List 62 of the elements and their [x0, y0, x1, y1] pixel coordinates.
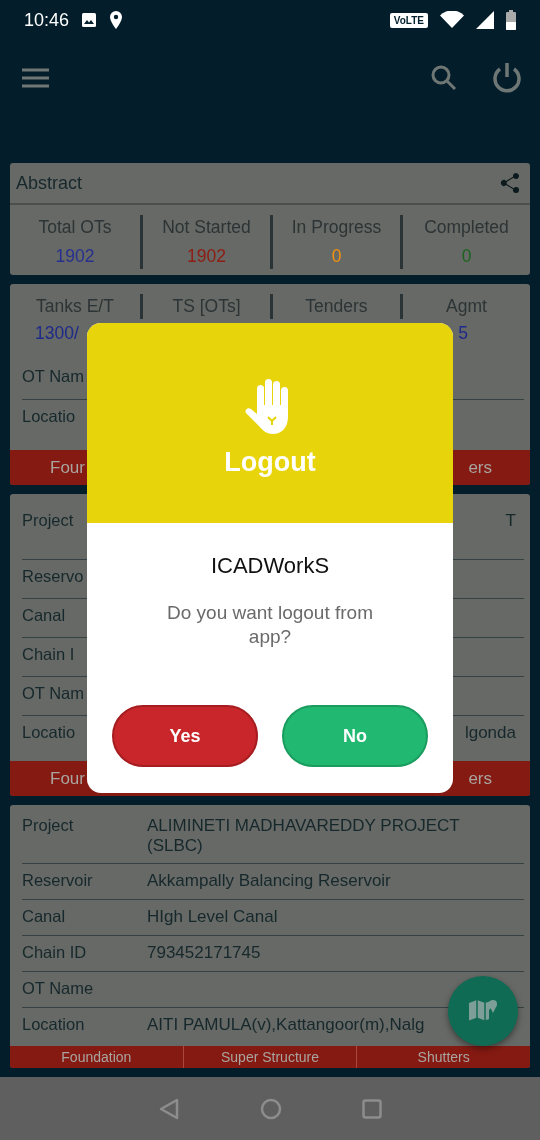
- stat-label: Completed: [424, 217, 509, 238]
- tab[interactable]: Super Structure: [182, 1046, 357, 1068]
- field-label: Chain ID: [22, 943, 88, 962]
- app-name: ICADWorkS: [210, 553, 330, 579]
- stat-label: Tanks E/T: [36, 296, 114, 317]
- back-icon[interactable]: [158, 1097, 180, 1120]
- stat-value: 1902: [55, 246, 95, 267]
- stat-value: 0: [331, 246, 342, 267]
- field-value: 793452171745: [147, 943, 262, 963]
- clock: 10:46: [24, 9, 70, 31]
- battery-icon: [506, 10, 516, 30]
- tab[interactable]: Four: [50, 761, 85, 796]
- confirm-button[interactable]: Yes: [112, 705, 258, 767]
- tab[interactable]: ers: [468, 761, 492, 796]
- stat-value: 5: [458, 323, 468, 344]
- field-label: OT Name: [22, 979, 95, 998]
- field-label: Project: [22, 511, 75, 530]
- share-icon[interactable]: [498, 171, 522, 195]
- stat-label: Agmt: [446, 296, 487, 317]
- stat-value: 1902: [187, 246, 226, 267]
- field-label: Locatio: [22, 407, 77, 426]
- stat-label: Tenders: [305, 296, 368, 317]
- menu-icon[interactable]: [22, 67, 49, 88]
- field-label: Chain I: [22, 645, 76, 664]
- recents-icon[interactable]: [362, 1098, 382, 1119]
- network-badge: VoLTE: [389, 12, 428, 28]
- location-pin-icon: [109, 11, 124, 29]
- field-label: Location: [22, 1015, 86, 1034]
- power-icon[interactable]: [491, 61, 523, 94]
- image-icon: [81, 12, 98, 28]
- tab[interactable]: Foundation: [10, 1046, 183, 1068]
- cancel-button[interactable]: No: [282, 705, 428, 767]
- card-title: Abstract: [16, 172, 83, 194]
- tab[interactable]: ers: [468, 450, 492, 485]
- field-value: AITI PAMULA(v),Kattangoor(m),Nalg: [147, 1015, 426, 1035]
- dialog-title: Logout: [224, 446, 316, 478]
- signal-icon: [476, 11, 494, 29]
- field-label: Locatio: [22, 723, 77, 742]
- field-label: Reservo: [22, 567, 85, 586]
- field-value: Akkampally Balancing Reservoir: [147, 871, 392, 891]
- dialog-message: Do you want logout from app?: [166, 601, 374, 649]
- field-value: T: [505, 511, 516, 531]
- stat-label: TS [OTs]: [172, 296, 241, 317]
- field-label: OT Nam: [22, 367, 86, 386]
- field-value: ALIMINETI MADHAVAREDDY PROJECT (SLBC): [147, 816, 461, 856]
- field-label: Canal: [22, 606, 67, 625]
- stat-value: 0: [461, 246, 472, 267]
- tab[interactable]: Four: [50, 450, 85, 485]
- search-icon[interactable]: [431, 64, 457, 91]
- field-label: Canal: [22, 907, 67, 926]
- stat-value: 1300/: [35, 323, 79, 344]
- wifi-icon: [440, 11, 464, 29]
- field-label: Reservoir: [22, 871, 94, 890]
- stat-label: Not Started: [162, 217, 251, 238]
- field-label: Project: [22, 816, 75, 835]
- home-icon[interactable]: [260, 1097, 282, 1120]
- field-value: HIgh Level Canal: [147, 907, 279, 927]
- stat-label: In Progress: [291, 217, 382, 238]
- tab[interactable]: Shutters: [356, 1046, 530, 1068]
- stat-label: Total OTs: [38, 217, 112, 238]
- field-value: lgonda: [464, 723, 516, 743]
- field-label: OT Nam: [22, 684, 86, 703]
